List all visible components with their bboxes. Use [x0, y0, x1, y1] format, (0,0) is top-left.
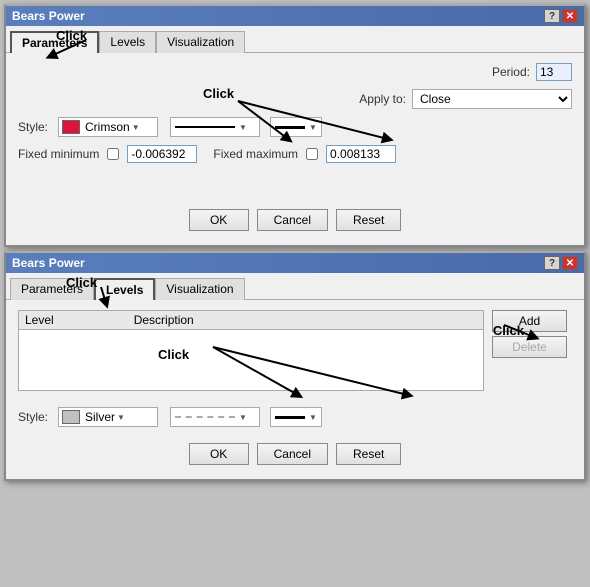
style-label-1: Style:: [18, 120, 48, 134]
apply-select[interactable]: Close Open High Low: [412, 89, 572, 109]
close-button-2[interactable]: ✕: [562, 256, 578, 270]
tab-levels-2[interactable]: Levels: [94, 278, 155, 300]
line-width-box-2[interactable]: ▼: [270, 407, 322, 427]
help-button-2[interactable]: ?: [544, 256, 560, 270]
line-solid-1: [175, 126, 235, 128]
button-row-2: OK Cancel Reset: [18, 435, 572, 469]
levels-table-header: Level Description: [19, 311, 483, 330]
period-row: Period:: [18, 63, 572, 81]
line-width-preview-1: [275, 126, 305, 129]
button-row-1: OK Cancel Reset: [18, 201, 572, 235]
reset-button-2[interactable]: Reset: [336, 443, 401, 465]
style-row-1: Style: Crimson ▼ ▼ ▼: [18, 117, 572, 137]
desc-col-header: Description: [134, 313, 194, 327]
style-area-2: Click Style:: [18, 407, 572, 427]
line-style-arrow-2: ▼: [239, 413, 247, 422]
apply-label: Apply to:: [359, 92, 406, 106]
tab-levels-1[interactable]: Levels: [99, 31, 156, 53]
fixed-min-checkbox[interactable]: [107, 148, 119, 160]
tabs-1: Parameters Levels Visualization: [6, 26, 584, 52]
annotation-area-1: Click: [18, 171, 572, 201]
color-dropdown-arrow-1: ▼: [132, 123, 140, 132]
levels-left: Level Description: [18, 310, 484, 399]
dialog-1-title: Bears Power: [12, 9, 85, 23]
ok-button-2[interactable]: OK: [189, 443, 249, 465]
line-style-box-2[interactable]: ▼: [170, 407, 260, 427]
help-button-1[interactable]: ?: [544, 9, 560, 23]
levels-panel-content: Level Description Add Delete: [18, 310, 572, 399]
ok-button-1[interactable]: OK: [189, 209, 249, 231]
fixed-max-input[interactable]: [326, 145, 396, 163]
color-dropdown-arrow-2: ▼: [117, 413, 125, 422]
fixed-row: Fixed minimum Fixed maximum: [18, 145, 572, 163]
levels-table: Level Description: [18, 310, 484, 391]
line-dashed-2: [175, 416, 235, 418]
level-col-header: Level: [25, 313, 54, 327]
period-label: Period:: [492, 65, 530, 79]
line-width-preview-2: [275, 416, 305, 419]
close-button-1[interactable]: ✕: [562, 9, 578, 23]
apply-row: Apply to: Close Open High Low: [18, 89, 572, 109]
cancel-button-2[interactable]: Cancel: [257, 443, 328, 465]
title-bar-buttons-1: ? ✕: [544, 9, 578, 23]
click-annotation-style-2: Click: [158, 347, 189, 362]
line-width-box-1[interactable]: ▼: [270, 117, 322, 137]
color-name-1: Crimson: [85, 120, 130, 134]
tab-visualization-2[interactable]: Visualization: [155, 278, 244, 300]
title-bar-1: Bears Power ? ✕: [6, 6, 584, 26]
fixed-max-label: Fixed maximum: [213, 147, 298, 161]
tab-content-1: Period: Apply to: Close Open High Low St…: [6, 52, 584, 245]
dialog-1: Bears Power ? ✕ Click Parameters Levels …: [4, 4, 586, 247]
delete-button[interactable]: Delete: [492, 336, 567, 358]
tab-visualization-1[interactable]: Visualization: [156, 31, 245, 53]
line-width-arrow-1: ▼: [309, 123, 317, 132]
line-style-arrow-1: ▼: [239, 123, 247, 132]
style-label-2: Style:: [18, 410, 48, 424]
fixed-max-checkbox[interactable]: [306, 148, 318, 160]
click-annotation-2: Click: [66, 275, 97, 290]
tab-content-2: Click Level Description: [6, 299, 584, 479]
line-style-box-1[interactable]: ▼: [170, 117, 260, 137]
style-row-2: Style: Silver ▼ ▼ ▼: [18, 407, 572, 427]
cancel-button-1[interactable]: Cancel: [257, 209, 328, 231]
color-name-2: Silver: [85, 410, 115, 424]
click-label-style: Click: [203, 86, 234, 101]
color-dropdown-2[interactable]: Silver ▼: [58, 407, 158, 427]
color-dropdown-1[interactable]: Crimson ▼: [58, 117, 158, 137]
fixed-min-input[interactable]: [127, 145, 197, 163]
period-input[interactable]: [536, 63, 572, 81]
click-annotation-1: Click: [56, 28, 87, 43]
click-annotation-add: Click: [493, 323, 524, 338]
color-swatch-1: [62, 120, 80, 134]
title-bar-2: Bears Power ? ✕: [6, 253, 584, 273]
levels-table-body: [19, 330, 483, 390]
title-bar-buttons-2: ? ✕: [544, 256, 578, 270]
reset-button-1[interactable]: Reset: [336, 209, 401, 231]
dialog-2-title: Bears Power: [12, 256, 85, 270]
color-swatch-2: [62, 410, 80, 424]
line-width-arrow-2: ▼: [309, 413, 317, 422]
fixed-min-label: Fixed minimum: [18, 147, 99, 161]
dialog-2: Bears Power ? ✕ Click Parameters Levels …: [4, 251, 586, 481]
